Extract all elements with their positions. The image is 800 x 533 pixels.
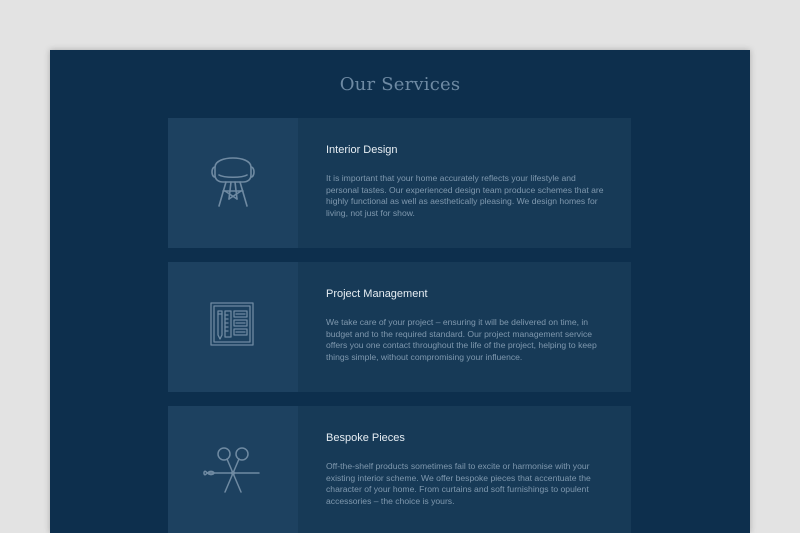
card-description: Off-the-shelf products sometimes fail to… (326, 461, 591, 506)
card-description: We take care of your project – ensuring … (326, 317, 597, 362)
section-title: Our Services (339, 74, 461, 95)
card-body: Project Management We take care of your … (326, 288, 608, 363)
blueprint-icon (210, 302, 254, 346)
service-card-bespoke-pieces[interactable]: Bespoke Pieces Off-the-shelf products so… (168, 406, 631, 533)
scissors-needle-icon (203, 447, 260, 493)
card-icon-panel (168, 406, 298, 533)
card-body: Interior Design It is important that you… (326, 144, 608, 219)
card-body: Bespoke Pieces Off-the-shelf products so… (326, 432, 608, 507)
chair-icon (211, 157, 255, 207)
card-description: It is important that your home accuratel… (326, 173, 604, 218)
card-title: Bespoke Pieces (326, 432, 405, 444)
card-title: Project Management (326, 288, 428, 300)
service-card-project-management[interactable]: Project Management We take care of your … (168, 262, 631, 392)
services-page: Our Services Interior Design It is impor… (50, 50, 750, 533)
card-icon-panel (168, 262, 298, 392)
card-title: Interior Design (326, 144, 398, 156)
service-card-interior-design[interactable]: Interior Design It is important that you… (168, 118, 631, 248)
card-icon-panel (168, 118, 298, 248)
